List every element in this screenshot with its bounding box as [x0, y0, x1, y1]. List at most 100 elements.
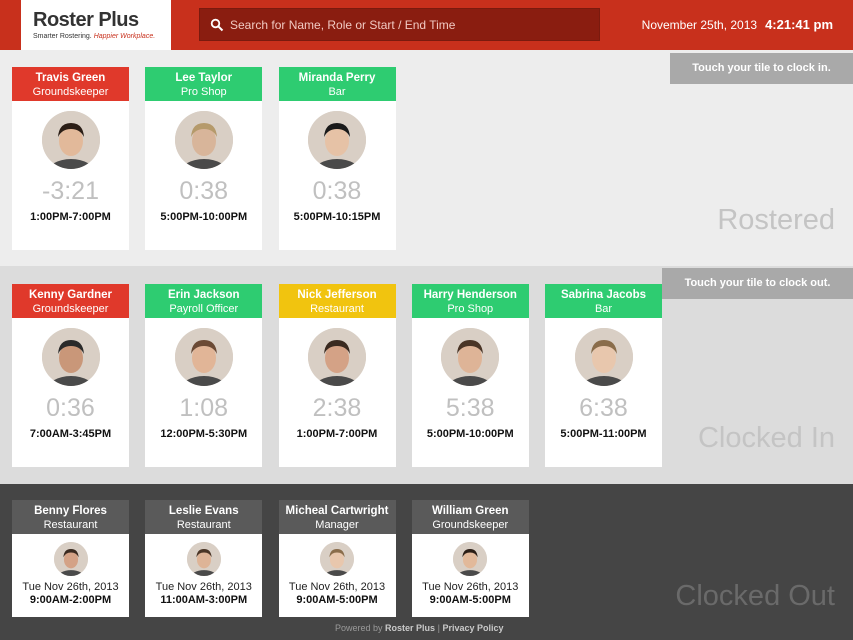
employee-name: William Green — [431, 505, 509, 517]
avatar-image — [53, 542, 88, 576]
clock-out-hint: Touch your tile to clock out. — [662, 268, 853, 299]
shift-time: 1:00PM-7:00PM — [30, 211, 111, 223]
logo-tag-plain: Smarter Rostering. — [33, 33, 94, 40]
shift-time: 5:00PM-11:00PM — [560, 428, 647, 440]
employee-tile[interactable]: Sabrina Jacobs Bar 6:38 5:00PM-11:00PM — [545, 284, 662, 467]
search-input[interactable] — [230, 9, 590, 40]
avatar — [308, 111, 366, 169]
tile-header: Erin Jackson Payroll Officer — [145, 284, 263, 318]
current-date: November 25th, 2013 — [641, 18, 758, 32]
clocked-out-section: Clocked Out Benny Flores Restaurant Tue No… — [0, 484, 853, 640]
avatar-image — [441, 328, 500, 386]
shift-date: Tue Nov 26th, 2013 — [288, 581, 386, 593]
employee-name: Kenny Gardner — [28, 289, 113, 301]
tile-header: William Green Groundskeeper — [411, 500, 529, 534]
shift-date: Tue Nov 26th, 2013 — [155, 581, 252, 593]
avatar-image — [453, 542, 488, 576]
avatar-image — [320, 542, 354, 576]
employee-tile[interactable]: Travis Green Groundskeeper -3:21 1:00PM-7:0… — [12, 67, 129, 250]
date-time: November 25th, 2013 4:21:41 pm — [642, 17, 833, 32]
employee-role: Bar — [328, 86, 346, 98]
elapsed-timer: 0:36 — [46, 394, 95, 422]
privacy-policy-link[interactable]: Privacy Policy — [442, 623, 503, 633]
tile-header: Micheal Cartwright Manager — [278, 500, 396, 534]
employee-role: Payroll Officer — [169, 303, 239, 315]
employee-name: Leslie Evans — [168, 505, 239, 517]
avatar — [41, 328, 100, 386]
avatar-image — [41, 328, 100, 386]
avatar-image — [574, 328, 633, 386]
avatar — [320, 542, 354, 576]
employee-tile[interactable]: Lee Taylor Pro Shop 0:38 5:00PM-10:00PM — [145, 67, 263, 250]
shift-date: Tue Nov 26th, 2013 — [22, 581, 119, 593]
clocked-out-tile[interactable]: Benny Flores Restaurant Tue Nov 26th, 2013… — [12, 500, 129, 617]
employee-name: Lee Taylor — [175, 72, 233, 84]
avatar — [308, 328, 366, 386]
footer-brand: Roster Plus — [385, 623, 436, 633]
tile-header: Lee Taylor Pro Shop — [145, 67, 263, 101]
avatar-image — [41, 111, 100, 169]
logo-title: Roster Plus — [33, 9, 139, 31]
footer-powered-by: Powered by — [335, 623, 383, 633]
tile-header: Travis Green Groundskeeper — [12, 67, 129, 101]
employee-role: Bar — [594, 303, 613, 315]
employee-name: Erin Jackson — [167, 289, 240, 301]
employee-role: Restaurant — [176, 519, 231, 531]
shift-time: 1:00PM-7:00PM — [296, 428, 378, 440]
employee-tile[interactable]: Harry Henderson Pro Shop 5:38 5:00PM-10:00P… — [411, 284, 529, 467]
footer: Powered by Roster Plus | Privacy Policy — [335, 623, 503, 633]
employee-tile[interactable]: Erin Jackson Payroll Officer 1:08 12:00PM-5… — [145, 284, 263, 467]
clocked-out-tile[interactable]: Leslie Evans Restaurant Tue Nov 26th, 2013… — [145, 500, 263, 617]
avatar — [453, 542, 488, 576]
rostered-section: Touch your tile to clock in. Rostered Tr… — [0, 50, 853, 266]
shift-time: 9:00AM-5:00PM — [429, 594, 511, 606]
avatar — [174, 328, 233, 386]
shift-time: 11:00AM-3:00PM — [160, 594, 248, 606]
tile-header: Sabrina Jacobs Bar — [545, 284, 662, 318]
current-time: 4:21:41 pm — [765, 17, 833, 32]
avatar-image — [308, 328, 366, 386]
shift-time: 5:00PM-10:00PM — [160, 211, 248, 223]
tile-header: Benny Flores Restaurant — [12, 500, 129, 534]
employee-name: Sabrina Jacobs — [560, 289, 646, 301]
shift-time: 12:00PM-5:30PM — [160, 428, 248, 440]
employee-name: Harry Henderson — [423, 289, 517, 301]
shift-time: 5:00PM-10:15PM — [293, 211, 381, 223]
clocked-out-tile[interactable]: Micheal Cartwright Manager Tue Nov 26th, 2… — [278, 500, 396, 617]
employee-role: Restaurant — [43, 519, 98, 531]
elapsed-timer: 6:38 — [579, 394, 628, 422]
employee-tile[interactable]: Nick Jefferson Restaurant 2:38 1:00PM-7:00P… — [278, 284, 396, 467]
logo-tag-accent: Happier Workplace. — [93, 33, 156, 40]
tile-header: Miranda Perry Bar — [278, 67, 396, 101]
employee-role: Restaurant — [310, 303, 364, 315]
elapsed-timer: 0:38 — [179, 177, 229, 205]
top-bar: Roster Plus Smarter Rostering. Happier W… — [0, 0, 853, 50]
avatar — [441, 328, 500, 386]
employee-role: Pro Shop — [180, 86, 227, 98]
shift-time: 7:00AM-3:45PM — [29, 428, 112, 440]
shift-time: 9:00AM-2:00PM — [29, 594, 112, 606]
elapsed-timer: 1:08 — [179, 394, 229, 422]
avatar — [574, 328, 633, 386]
employee-role: Groundskeeper — [32, 303, 109, 315]
employee-name: Miranda Perry — [298, 72, 376, 84]
employee-name: Benny Flores — [34, 505, 107, 517]
employee-tile[interactable]: Miranda Perry Bar 0:38 5:00PM-10:15PM — [278, 67, 396, 250]
clocked-in-section: Touch your tile to clock out. Clocked In… — [0, 266, 853, 484]
logo[interactable]: Roster Plus Smarter Rostering. Happier W… — [21, 0, 171, 50]
avatar — [41, 111, 100, 169]
employee-name: Travis Green — [35, 72, 106, 84]
tile-header: Kenny Gardner Groundskeeper — [12, 284, 129, 318]
search-box[interactable] — [199, 8, 600, 41]
employee-role: Groundskeeper — [432, 519, 509, 531]
footer-separator: | — [437, 623, 440, 633]
avatar — [174, 111, 233, 169]
tile-header: Leslie Evans Restaurant — [145, 500, 263, 534]
rostered-label: Rostered — [717, 204, 835, 236]
employee-role: Manager — [315, 519, 359, 531]
employee-name: Micheal Cartwright — [285, 505, 389, 517]
clock-in-hint: Touch your tile to clock in. — [670, 53, 853, 84]
employee-tile[interactable]: Kenny Gardner Groundskeeper 0:36 7:00AM-3:4… — [12, 284, 129, 467]
employee-role: Pro Shop — [447, 303, 494, 315]
clocked-out-tile[interactable]: William Green Groundskeeper Tue Nov 26th, … — [411, 500, 529, 617]
